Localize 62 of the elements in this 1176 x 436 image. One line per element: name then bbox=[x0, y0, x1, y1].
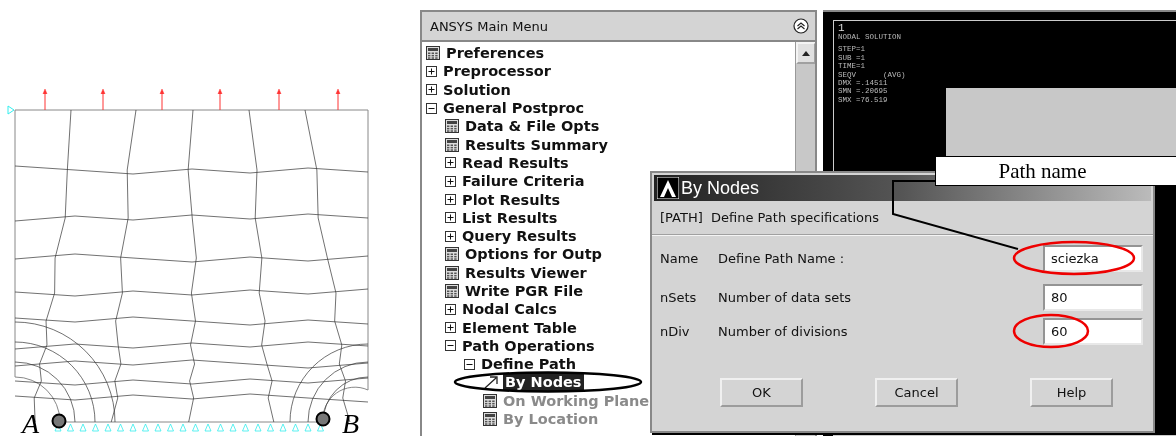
logo-icon bbox=[657, 177, 679, 199]
plus-box-icon[interactable] bbox=[445, 175, 456, 187]
field-label: Define Path Name : bbox=[718, 250, 846, 266]
minus-box-icon[interactable] bbox=[445, 340, 456, 352]
dialog-button[interactable]: Help bbox=[1030, 378, 1113, 407]
menu-item[interactable]: List Results bbox=[460, 208, 560, 227]
calculator-icon bbox=[445, 137, 459, 152]
menu-item[interactable]: General Postproc bbox=[441, 99, 587, 118]
plus-box-icon[interactable] bbox=[426, 84, 437, 96]
menu-item[interactable]: Solution bbox=[441, 80, 513, 99]
calculator-icon bbox=[445, 247, 459, 262]
plus-box-icon[interactable] bbox=[445, 230, 456, 242]
field-code: Name bbox=[660, 250, 700, 266]
input-field[interactable]: 60 bbox=[1043, 317, 1143, 345]
plus-box-icon[interactable] bbox=[445, 303, 456, 315]
point-label: A bbox=[22, 410, 40, 436]
calculator-icon bbox=[445, 284, 459, 298]
calculator-icon bbox=[426, 46, 440, 61]
menu-item[interactable]: Preprocessor bbox=[441, 62, 553, 81]
plus-box-icon[interactable] bbox=[445, 322, 456, 334]
field-label: Number of data sets bbox=[718, 289, 853, 305]
menu-item[interactable]: Results Summary bbox=[463, 135, 610, 154]
field-code: nDiv bbox=[660, 323, 691, 339]
menu-item[interactable]: Query Results bbox=[460, 227, 579, 246]
input-field[interactable]: sciezka bbox=[1043, 244, 1143, 272]
menu-item[interactable]: Write PGR File bbox=[463, 282, 586, 300]
calculator-icon bbox=[483, 412, 497, 427]
plus-box-icon[interactable] bbox=[426, 65, 437, 77]
dialog-button[interactable]: Cancel bbox=[875, 378, 958, 407]
menu-item[interactable]: Failure Criteria bbox=[460, 172, 587, 191]
up-arrow-icon bbox=[802, 50, 810, 56]
dialog-subtitle: [PATH] Define Path specifications bbox=[652, 203, 1153, 236]
point-label: B bbox=[342, 410, 360, 436]
menu-item[interactable]: Nodal Calcs bbox=[460, 300, 559, 319]
field-code: nSets bbox=[660, 289, 698, 305]
menu-title: ANSYS Main Menu bbox=[430, 18, 549, 34]
window-number: 1 bbox=[838, 23, 846, 33]
collapse-icon[interactable] bbox=[793, 18, 809, 34]
menu-item[interactable]: Plot Results bbox=[460, 190, 563, 209]
menu-item[interactable]: Define Path bbox=[479, 355, 579, 374]
calculator-icon bbox=[445, 265, 459, 280]
menu-item[interactable]: Results Viewer bbox=[463, 263, 589, 282]
minus-box-icon[interactable] bbox=[426, 102, 437, 114]
diagonal-arrow-icon bbox=[483, 375, 499, 390]
minus-box-icon[interactable] bbox=[464, 358, 475, 370]
dialog-title: By Nodes bbox=[681, 177, 760, 199]
scroll-up-button[interactable] bbox=[796, 42, 815, 64]
callout-label: Path name bbox=[935, 156, 1176, 186]
menu-item[interactable]: Path Operations bbox=[460, 336, 597, 355]
input-field[interactable]: 80 bbox=[1043, 283, 1143, 311]
field-label: Number of divisions bbox=[718, 323, 849, 339]
calculator-icon bbox=[445, 119, 459, 134]
dialog-button[interactable]: OK bbox=[720, 378, 803, 407]
menu-item[interactable]: Preferences bbox=[444, 44, 547, 63]
plus-box-icon[interactable] bbox=[445, 157, 456, 169]
menu-item[interactable]: Element Table bbox=[460, 318, 579, 337]
plus-box-icon[interactable] bbox=[445, 194, 456, 205]
plus-box-icon[interactable] bbox=[445, 212, 456, 224]
menu-item[interactable]: Data & File Opts bbox=[463, 117, 602, 136]
menu-item[interactable]: Options for Outp bbox=[463, 245, 604, 264]
menu-item[interactable]: Read Results bbox=[460, 153, 571, 172]
calculator-icon bbox=[483, 393, 497, 408]
